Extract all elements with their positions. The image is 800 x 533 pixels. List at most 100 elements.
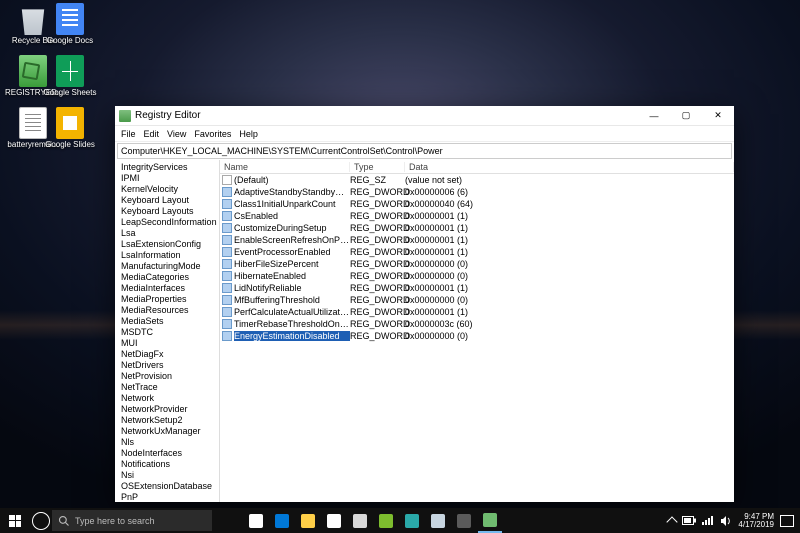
tree-node[interactable]: NetworkUxManager	[121, 426, 219, 437]
menu-favorites[interactable]: Favorites	[194, 129, 231, 139]
value-type: REG_SZ	[350, 175, 405, 185]
tree-node[interactable]: NodeInterfaces	[121, 448, 219, 459]
action-center-icon[interactable]	[780, 515, 794, 527]
tree-node[interactable]: Lsa	[121, 228, 219, 239]
taskbar-mail[interactable]	[348, 508, 372, 533]
tree-node[interactable]: LsaExtensionConfig	[121, 239, 219, 250]
menu-view[interactable]: View	[167, 129, 186, 139]
tree-node[interactable]: Network	[121, 393, 219, 404]
col-name[interactable]: Name	[220, 162, 350, 172]
list-header[interactable]: Name Type Data	[220, 160, 734, 174]
taskbar-steam[interactable]	[426, 508, 450, 533]
tree-node[interactable]: MediaProperties	[121, 294, 219, 305]
value-row[interactable]: CsEnabledREG_DWORD0x00000001 (1)	[220, 210, 734, 222]
desktop-icon-google-slides[interactable]: Google Slides	[42, 107, 98, 150]
key-tree[interactable]: IntegrityServicesIPMIKernelVelocityKeybo…	[115, 160, 220, 502]
tree-node[interactable]: IPMI	[121, 173, 219, 184]
menu-file[interactable]: File	[121, 129, 136, 139]
col-data[interactable]: Data	[405, 162, 734, 172]
taskbar-app-dark[interactable]	[452, 508, 476, 533]
desktop-icon-google-docs[interactable]: Google Docs	[42, 3, 98, 46]
col-type[interactable]: Type	[350, 162, 405, 172]
network-icon[interactable]	[702, 516, 714, 526]
taskbar-store[interactable]	[322, 508, 346, 533]
taskbar-task-view[interactable]	[244, 508, 268, 533]
taskbar-regedit[interactable]	[478, 508, 502, 533]
value-row[interactable]: AdaptiveStandbyStandbyBudgetAvgInter...R…	[220, 186, 734, 198]
tree-node[interactable]: LsaInformation	[121, 250, 219, 261]
tree-node[interactable]: NetDrivers	[121, 360, 219, 371]
tree-node[interactable]: Keyboard Layout	[121, 195, 219, 206]
minimize-button[interactable]: —	[638, 106, 670, 126]
taskbar: Type here to search 9:47 PM 4/17/2019	[0, 508, 800, 533]
tree-node[interactable]: MediaInterfaces	[121, 283, 219, 294]
value-row[interactable]: PerfCalculateActualUtilizationREG_DWORD0…	[220, 306, 734, 318]
maximize-button[interactable]: ▢	[670, 106, 702, 126]
desktop-icon-google-sheets[interactable]: Google Sheets	[42, 55, 98, 98]
tree-node[interactable]: KernelVelocity	[121, 184, 219, 195]
value-list[interactable]: Name Type Data (Default)REG_SZ(value not…	[220, 160, 734, 502]
value-data: 0x00000006 (6)	[405, 187, 734, 197]
value-data: 0x00000000 (0)	[405, 259, 734, 269]
close-button[interactable]: ✕	[702, 106, 734, 126]
value-icon	[222, 223, 232, 233]
value-row[interactable]: HiberFileSizePercentREG_DWORD0x00000000 …	[220, 258, 734, 270]
tree-node[interactable]: MediaResources	[121, 305, 219, 316]
tree-node[interactable]: Nls	[121, 437, 219, 448]
tree-node[interactable]: PnP	[121, 492, 219, 502]
value-row[interactable]: EnergyEstimationDisabledREG_DWORD0x00000…	[220, 330, 734, 342]
tree-node[interactable]: OSExtensionDatabase	[121, 481, 219, 492]
value-name: AdaptiveStandbyStandbyBudgetAvgInter...	[234, 187, 350, 197]
tree-node[interactable]: MUI	[121, 338, 219, 349]
search-box[interactable]: Type here to search	[52, 510, 212, 531]
tree-node[interactable]: MediaCategories	[121, 272, 219, 283]
value-row[interactable]: TimerRebaseThresholdOnDripsExitREG_DWORD…	[220, 318, 734, 330]
tree-node[interactable]: Nsi	[121, 470, 219, 481]
menu-edit[interactable]: Edit	[144, 129, 160, 139]
windows-logo-icon	[9, 515, 21, 527]
google-sheets-icon	[56, 55, 84, 87]
value-row[interactable]: MfBufferingThresholdREG_DWORD0x00000000 …	[220, 294, 734, 306]
value-data: 0x00000001 (1)	[405, 307, 734, 317]
titlebar[interactable]: Registry Editor — ▢ ✕	[115, 106, 734, 126]
battery-icon[interactable]	[682, 516, 696, 526]
search-icon	[58, 515, 70, 527]
taskbar-file-explorer[interactable]	[296, 508, 320, 533]
value-row[interactable]: EnableScreenRefreshOnPowerButtonLon...RE…	[220, 234, 734, 246]
value-type: REG_DWORD	[350, 223, 405, 233]
taskbar-app-teal[interactable]	[400, 508, 424, 533]
tree-node[interactable]: LeapSecondInformation	[121, 217, 219, 228]
taskbar-edge[interactable]	[270, 508, 294, 533]
value-data: 0x00000001 (1)	[405, 283, 734, 293]
tray-overflow-icon[interactable]	[667, 516, 678, 527]
value-icon	[222, 271, 232, 281]
tree-node[interactable]: ManufacturingMode	[121, 261, 219, 272]
tree-node[interactable]: Notifications	[121, 459, 219, 470]
address-bar[interactable]: Computer\HKEY_LOCAL_MACHINE\SYSTEM\Curre…	[117, 143, 732, 159]
value-data: (value not set)	[405, 175, 734, 185]
cortana-icon[interactable]	[32, 512, 50, 530]
volume-icon[interactable]	[720, 515, 732, 527]
tree-node[interactable]: NetworkSetup2	[121, 415, 219, 426]
value-row[interactable]: CustomizeDuringSetupREG_DWORD0x00000001 …	[220, 222, 734, 234]
tree-node[interactable]: NetworkProvider	[121, 404, 219, 415]
start-button[interactable]	[0, 508, 30, 533]
tree-node[interactable]: NetTrace	[121, 382, 219, 393]
value-data: 0x00000000 (0)	[405, 271, 734, 281]
menu-help[interactable]: Help	[239, 129, 258, 139]
value-row[interactable]: HibernateEnabledREG_DWORD0x00000000 (0)	[220, 270, 734, 282]
value-row[interactable]: (Default)REG_SZ(value not set)	[220, 174, 734, 186]
value-name: Class1InitialUnparkCount	[234, 199, 350, 209]
value-row[interactable]: LidNotifyReliableREG_DWORD0x00000001 (1)	[220, 282, 734, 294]
value-row[interactable]: EventProcessorEnabledREG_DWORD0x00000001…	[220, 246, 734, 258]
tree-node[interactable]: NetDiagFx	[121, 349, 219, 360]
tree-node[interactable]: Keyboard Layouts	[121, 206, 219, 217]
tree-node[interactable]: IntegrityServices	[121, 162, 219, 173]
tree-node[interactable]: MediaSets	[121, 316, 219, 327]
clock[interactable]: 9:47 PM 4/17/2019	[738, 513, 774, 529]
tree-node[interactable]: MSDTC	[121, 327, 219, 338]
value-icon	[222, 319, 232, 329]
tree-node[interactable]: NetProvision	[121, 371, 219, 382]
taskbar-app-green[interactable]	[374, 508, 398, 533]
value-row[interactable]: Class1InitialUnparkCountREG_DWORD0x00000…	[220, 198, 734, 210]
